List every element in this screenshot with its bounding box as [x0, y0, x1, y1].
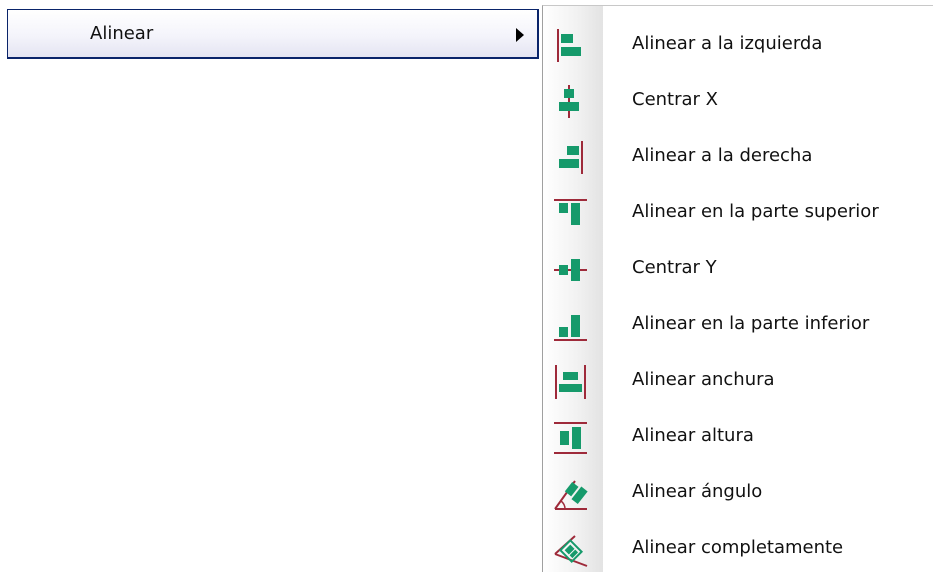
- menu-item-label: Alinear ángulo: [632, 481, 763, 502]
- align-width-icon: [555, 365, 586, 399]
- menu-item-label: Alinear en la parte superior: [632, 201, 879, 222]
- align-submenu: Alinear a la izquierda Centrar X Alinear…: [542, 5, 933, 572]
- menu-item-center-y[interactable]: Centrar Y: [543, 242, 933, 298]
- align-angle-icon: [554, 480, 588, 510]
- menu-item-align-top[interactable]: Alinear en la parte superior: [543, 186, 933, 242]
- menu-item-center-x[interactable]: Centrar X: [543, 74, 933, 130]
- menu-item-align-left[interactable]: Alinear a la izquierda: [543, 18, 933, 74]
- menu-item-label: Alinear anchura: [632, 369, 775, 390]
- align-height-icon: [554, 422, 587, 454]
- align-fully-icon: [554, 535, 588, 567]
- menu-item-align-width[interactable]: Alinear anchura: [543, 354, 933, 410]
- menu-item-label: Alinear altura: [632, 425, 754, 446]
- submenu-arrow-icon: [516, 28, 524, 42]
- menu-item-label: Alinear a la derecha: [632, 145, 813, 166]
- center-x-icon: [559, 85, 579, 118]
- menu-item-label: Alinear a la izquierda: [632, 33, 823, 54]
- menu-item-label: Alinear completamente: [632, 537, 844, 558]
- align-top-icon: [554, 199, 587, 225]
- menu-item-align-angle[interactable]: Alinear ángulo: [543, 466, 933, 522]
- menu-item-align-fully[interactable]: Alinear completamente: [543, 522, 933, 572]
- menu-item-align-bottom[interactable]: Alinear en la parte inferior: [543, 298, 933, 354]
- menu-item-label: Centrar X: [632, 89, 718, 110]
- menu-item-label: Alinear en la parte inferior: [632, 313, 870, 334]
- menu-item-label: Alinear: [90, 23, 154, 44]
- menu-item-alinear[interactable]: Alinear: [7, 9, 539, 59]
- menu-item-label: Centrar Y: [632, 257, 717, 278]
- align-left-icon: [557, 29, 581, 62]
- menu-item-align-height[interactable]: Alinear altura: [543, 410, 933, 466]
- align-right-icon: [559, 141, 583, 174]
- align-bottom-icon: [554, 315, 587, 341]
- center-y-icon: [554, 259, 587, 281]
- menu-item-align-right[interactable]: Alinear a la derecha: [543, 130, 933, 186]
- screen: Alinear Alinear a la izquierda Centrar X: [0, 0, 933, 572]
